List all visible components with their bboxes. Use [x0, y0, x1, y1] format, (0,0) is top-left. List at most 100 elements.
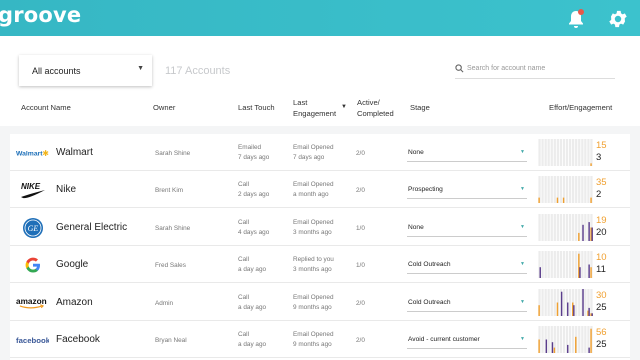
column-header-last-touch[interactable]: Last Touch	[238, 102, 275, 113]
chart-slot	[553, 289, 556, 316]
caret-down-icon: ▼	[520, 149, 525, 155]
effort-bar	[538, 339, 540, 353]
column-header-stage[interactable]: Stage	[410, 102, 430, 113]
column-header-owner[interactable]: Owner	[153, 102, 175, 113]
last-touch: Call 2 days ago	[238, 180, 269, 199]
column-header-effort-engagement[interactable]: Effort/Engagement	[549, 102, 612, 113]
column-header-last-engagement[interactable]: Last Engagement	[293, 97, 336, 119]
effort-bar	[553, 347, 556, 353]
last-engagement-time: 9 months ago	[293, 303, 332, 311]
gear-icon[interactable]	[607, 8, 629, 30]
chart-slot	[538, 214, 541, 241]
search-placeholder: Search for account name	[467, 65, 546, 72]
sort-caret-icon[interactable]: ▼	[341, 102, 347, 113]
effort-score: 15	[596, 140, 607, 151]
bell-icon[interactable]	[565, 8, 587, 30]
svg-text:amazon: amazon	[16, 296, 47, 305]
effort-bar	[590, 267, 592, 278]
accounts-table: Walmart ✱ Walmart Sarah Shine Emailed 7 d…	[10, 134, 630, 360]
stage-select[interactable]: None ▼	[407, 217, 527, 237]
chart-slot	[568, 176, 572, 203]
chart-slot	[572, 139, 575, 166]
chart-slot	[547, 139, 550, 166]
table-row[interactable]: facebook Facebook Bryan Neal Call a day …	[10, 321, 630, 358]
engagement-bar	[591, 313, 593, 316]
svg-text:GE: GE	[27, 224, 38, 233]
account-filter-select[interactable]: All accounts ▼	[19, 55, 152, 86]
stage-select[interactable]: Prospecting ▼	[407, 179, 527, 199]
last-touch-type: Emailed	[238, 144, 262, 151]
effort-engagement-chart	[538, 176, 593, 203]
chart-slot	[578, 289, 581, 316]
effort-engagement-chart	[538, 214, 593, 241]
table-row[interactable]: NIKE Nike Brent Kim Call 2 days ago Emai…	[10, 171, 630, 208]
groove-logo[interactable]: groove	[0, 3, 81, 27]
effort-bar	[575, 336, 577, 353]
svg-text:Walmart: Walmart	[16, 150, 43, 157]
chart-slot	[584, 214, 587, 241]
last-touch-time: 7 days ago	[238, 153, 270, 161]
account-name[interactable]: Facebook	[56, 334, 100, 345]
nike-logo: NIKE	[16, 171, 49, 208]
engagement-bar	[573, 305, 575, 316]
chart-slot	[584, 176, 587, 203]
effort-engagement-chart	[538, 289, 593, 316]
last-engagement-time: 9 months ago	[293, 340, 332, 348]
engagement-bar	[567, 344, 569, 353]
chart-slot	[556, 139, 559, 166]
svg-text:✱: ✱	[42, 148, 49, 157]
owner-name: Sarah Shine	[155, 225, 191, 232]
last-touch: Call a day ago	[238, 330, 266, 349]
stage-value: Avoid - current customer	[408, 336, 480, 343]
chart-slot	[572, 251, 575, 278]
chart-slot	[562, 326, 566, 353]
effort-engagement-scores: 56 25	[596, 327, 607, 351]
last-engagement-time: a month ago	[293, 190, 329, 198]
account-name[interactable]: Nike	[56, 184, 76, 195]
chart-slot	[547, 251, 550, 278]
chart-slot	[541, 251, 544, 278]
table-row[interactable]: GE General Electric Sarah Shine Call 4 d…	[10, 209, 630, 246]
stage-select[interactable]: None ▼	[407, 142, 527, 162]
account-name[interactable]: Google	[56, 259, 88, 270]
chart-slot	[568, 326, 572, 353]
last-touch-time: a day ago	[238, 340, 267, 348]
chart-slot	[584, 326, 587, 353]
account-name[interactable]: Amazon	[56, 297, 93, 308]
last-engagement: Email Opened 3 months ago	[293, 218, 334, 237]
column-header-account-name[interactable]: Account Name	[21, 102, 71, 113]
stage-select[interactable]: Cold Outreach ▼	[407, 254, 527, 274]
chart-slot	[559, 251, 563, 278]
owner-name: Admin	[155, 300, 174, 307]
effort-engagement-chart	[538, 139, 593, 166]
engagement-bar	[545, 339, 548, 353]
active-completed: 2/0	[356, 300, 365, 307]
last-touch-time: a day ago	[238, 303, 267, 311]
caret-down-icon: ▼	[520, 299, 525, 305]
column-header-active-completed[interactable]: Active/ Completed	[357, 97, 394, 119]
caret-down-icon: ▼	[137, 65, 144, 72]
stage-select[interactable]: Avoid - current customer ▼	[407, 329, 527, 349]
account-count: 117 Accounts	[165, 65, 231, 77]
effort-engagement-chart	[538, 326, 593, 353]
owner-name: Sarah Shine	[155, 150, 191, 157]
account-name[interactable]: General Electric	[56, 222, 127, 233]
account-name[interactable]: Walmart	[56, 147, 93, 158]
chart-slot	[553, 251, 556, 278]
chart-slot	[590, 139, 593, 166]
table-row[interactable]: Walmart ✱ Walmart Sarah Shine Emailed 7 d…	[10, 134, 630, 171]
stage-select[interactable]: Cold Outreach ▼	[407, 292, 527, 312]
last-touch-time: a day ago	[238, 265, 267, 273]
last-engagement: Email Opened 9 months ago	[293, 293, 334, 312]
last-touch: Call a day ago	[238, 255, 266, 274]
last-touch-type: Call	[238, 331, 250, 338]
table-row[interactable]: amazon Amazon Admin Call a day ago Email…	[10, 284, 630, 321]
search-input[interactable]: Search for account name	[455, 62, 615, 79]
stage-value: Cold Outreach	[408, 261, 451, 268]
caret-down-icon: ▼	[520, 186, 525, 192]
engagement-score: 3	[596, 152, 602, 163]
table-row[interactable]: Google Fred Sales Call a day ago Replied…	[10, 246, 630, 283]
active-completed: 2/0	[356, 337, 365, 344]
last-touch: Emailed 7 days ago	[238, 143, 269, 162]
active-completed: 2/0	[356, 187, 365, 194]
